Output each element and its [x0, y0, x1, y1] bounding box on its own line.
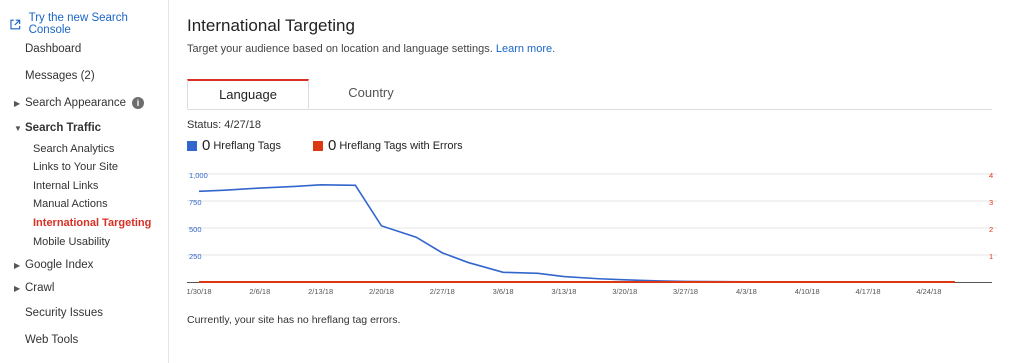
legend-count-errors: 0: [328, 137, 337, 154]
tab-country[interactable]: Country: [313, 79, 429, 107]
try-new-console-link[interactable]: Try the new Search Console: [10, 12, 168, 36]
sidebar-item-google-index[interactable]: ▶ Google Index: [14, 259, 93, 271]
info-icon[interactable]: i: [132, 97, 145, 109]
sidebar-subitem-international-targeting[interactable]: International Targeting: [33, 217, 151, 229]
sidebar-item-messages[interactable]: Messages (2): [25, 70, 95, 82]
chart-svg: 1,000 4 750 3 500 2 250 1 1/30/18 2/6/18 2/13/18 2/…: [186, 171, 997, 296]
x-tick-label: 3/6/18: [493, 287, 514, 296]
tab-bar: Language Country: [187, 79, 992, 110]
sidebar-subitem-manual-actions[interactable]: Manual Actions: [33, 198, 108, 210]
tab-language[interactable]: Language: [187, 79, 309, 109]
status-text: Status: 4/27/18: [187, 119, 261, 131]
caret-right-icon: ▶: [14, 99, 21, 109]
hreflang-chart: 1,000 4 750 3 500 2 250 1 1/30/18 2/6/18 2/13/18 2/…: [186, 168, 997, 303]
legend-label-hreflang: Hreflang Tags: [213, 139, 282, 152]
y-left-tick-label: 250: [189, 252, 202, 261]
x-tick-label: 2/13/18: [308, 287, 333, 296]
try-new-console-label: Try the new Search Console: [28, 12, 128, 36]
x-tick-label: 4/3/18: [736, 287, 757, 296]
x-tick-label: 2/6/18: [249, 287, 270, 296]
sidebar-item-search-appearance[interactable]: ▶ Search Appearance i: [14, 97, 145, 110]
learn-more-link[interactable]: Learn more.: [496, 43, 555, 55]
series-line-hreflang: [198, 183, 955, 283]
caret-right-icon: ▶: [14, 284, 21, 293]
sidebar-item-label: Crawl: [25, 282, 55, 294]
y-left-tick-label: 500: [189, 225, 202, 234]
sidebar-item-label: Search Appearance: [25, 97, 127, 110]
legend-label-errors: Hreflang Tags with Errors: [339, 139, 463, 152]
sidebar-item-label: Search Traffic: [25, 122, 102, 134]
sidebar-item-dashboard[interactable]: Dashboard: [25, 43, 81, 55]
x-tick-label: 3/27/18: [673, 287, 698, 296]
legend-swatch-errors: [313, 140, 324, 151]
sidebar-subitem-search-analytics[interactable]: Search Analytics: [33, 143, 114, 155]
sidebar-item-crawl[interactable]: ▶ Crawl: [14, 282, 54, 294]
sidebar-item-search-traffic[interactable]: ▼ Search Traffic: [14, 122, 101, 134]
sidebar-item-web-tools[interactable]: Web Tools: [25, 334, 78, 346]
y-right-tick-label: 3: [989, 198, 993, 207]
page-title: International Targeting: [187, 16, 355, 35]
x-tick-label: 4/24/18: [916, 287, 941, 296]
caret-right-icon: ▶: [14, 261, 21, 270]
x-tick-label: 2/27/18: [430, 287, 455, 296]
x-tick-label: 1/30/18: [187, 287, 212, 296]
sidebar-subitem-internal-links[interactable]: Internal Links: [33, 180, 98, 192]
description-text: Target your audience based on location a…: [187, 43, 493, 55]
footer-message: Currently, your site has no hreflang tag…: [187, 314, 401, 326]
y-right-tick-label: 1: [989, 252, 993, 261]
x-tick-label: 2/20/18: [369, 287, 394, 296]
sidebar: Try the new Search Console Dashboard Mes…: [0, 0, 169, 363]
y-left-tick-label: 750: [189, 198, 202, 207]
sidebar-subitem-links-to-site[interactable]: Links to Your Site: [33, 161, 118, 173]
y-right-tick-label: 4: [989, 171, 993, 180]
sidebar-item-label: Google Index: [25, 259, 94, 271]
x-tick-label: 4/17/18: [856, 287, 881, 296]
page-description: Target your audience based on location a…: [187, 43, 555, 55]
sidebar-subitem-mobile-usability[interactable]: Mobile Usability: [33, 236, 110, 248]
x-tick-label: 4/10/18: [795, 287, 820, 296]
chart-legend: 0 Hreflang Tags 0 Hreflang Tags with Err…: [187, 137, 495, 154]
legend-count-hreflang: 0: [202, 137, 211, 154]
x-tick-label: 3/20/18: [612, 287, 637, 296]
external-link-icon: [10, 19, 21, 29]
y-right-tick-label: 2: [989, 225, 993, 234]
x-tick-label: 3/13/18: [551, 287, 576, 296]
legend-swatch-hreflang: [187, 140, 197, 151]
sidebar-item-security-issues[interactable]: Security Issues: [25, 307, 103, 319]
caret-down-icon: ▼: [14, 124, 22, 133]
y-left-tick-label: 1,000: [189, 171, 208, 180]
